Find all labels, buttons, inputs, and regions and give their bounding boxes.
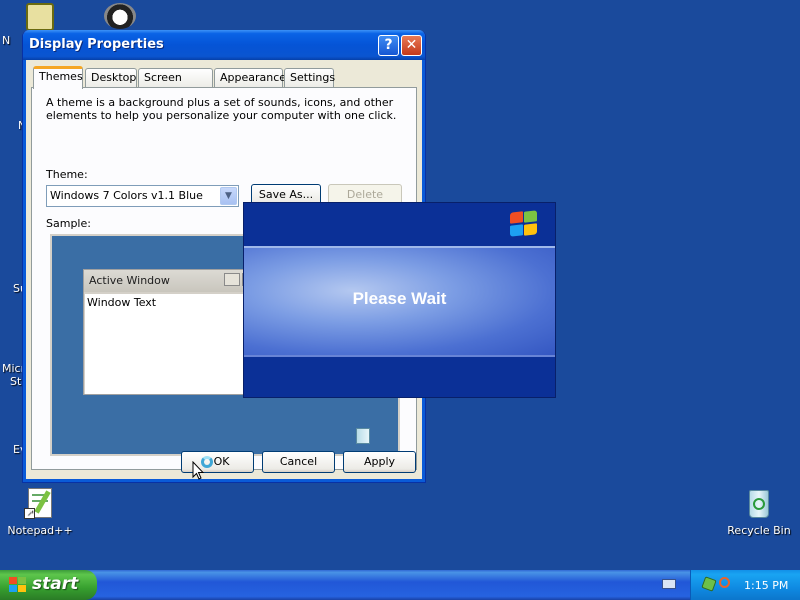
- network-icon[interactable]: [701, 576, 717, 592]
- keyboard-icon[interactable]: [662, 579, 676, 589]
- apply-button[interactable]: Apply: [343, 451, 416, 473]
- tab-themes[interactable]: Themes: [33, 66, 83, 89]
- windows-logo-icon: [507, 210, 539, 238]
- system-tray: 1:15 PM: [690, 570, 800, 600]
- title-bar[interactable]: Display Properties ? ✕: [23, 30, 425, 60]
- windows-logo-icon: [9, 577, 27, 593]
- close-icon: ✕: [405, 37, 418, 53]
- minimize-icon: [224, 273, 240, 286]
- sample-window-title-text: Active Window: [89, 274, 170, 287]
- cancel-button[interactable]: Cancel: [262, 451, 335, 473]
- sample-recycle-bin-icon: [356, 428, 370, 444]
- help-icon: ?: [384, 37, 393, 53]
- start-label: start: [32, 574, 79, 594]
- please-wait-dialog: Please Wait: [243, 202, 556, 398]
- theme-select[interactable]: Windows 7 Colors v1.1 Blue ▼: [46, 185, 239, 207]
- chevron-down-icon[interactable]: ▼: [220, 187, 237, 205]
- sample-window-text: Window Text: [87, 296, 157, 309]
- desktop-icon-label-partial: N: [2, 34, 11, 47]
- ok-label: OK: [213, 455, 230, 468]
- desktop-icon-label-partial: St: [10, 375, 22, 388]
- tab-screen-saver[interactable]: Screen Saver: [138, 68, 213, 102]
- clock[interactable]: 1:15 PM: [744, 579, 788, 592]
- close-button[interactable]: ✕: [401, 35, 422, 56]
- theme-label: Theme:: [46, 168, 88, 181]
- recycle-bin-icon: [743, 488, 775, 520]
- theme-description: A theme is a background plus a set of so…: [46, 96, 397, 122]
- window-title: Display Properties: [29, 37, 164, 52]
- search-icon[interactable]: [719, 577, 730, 588]
- app-mascot-icon[interactable]: [104, 3, 136, 29]
- taskbar: start 1:15 PM: [0, 570, 800, 600]
- mail-icon[interactable]: [26, 3, 54, 31]
- desktop-icon-recycle-bin[interactable]: Recycle Bin: [721, 488, 797, 537]
- tab-settings[interactable]: Settings: [284, 68, 335, 88]
- desktop-icon-label: Notepad++: [7, 524, 73, 537]
- theme-select-value: Windows 7 Colors v1.1 Blue: [50, 189, 203, 202]
- desktop-icon-label: Recycle Bin: [727, 524, 791, 537]
- start-button[interactable]: start: [0, 570, 97, 600]
- desktop-icon-notepadpp[interactable]: ↗ Notepad++: [2, 488, 78, 537]
- help-button[interactable]: ?: [378, 35, 399, 56]
- notepad-plus-plus-icon: ↗: [24, 488, 56, 520]
- sample-label: Sample:: [46, 217, 91, 230]
- please-wait-message: Please Wait: [352, 289, 447, 308]
- tab-appearance[interactable]: Appearance: [214, 68, 286, 88]
- tab-desktop[interactable]: Desktop: [85, 68, 137, 88]
